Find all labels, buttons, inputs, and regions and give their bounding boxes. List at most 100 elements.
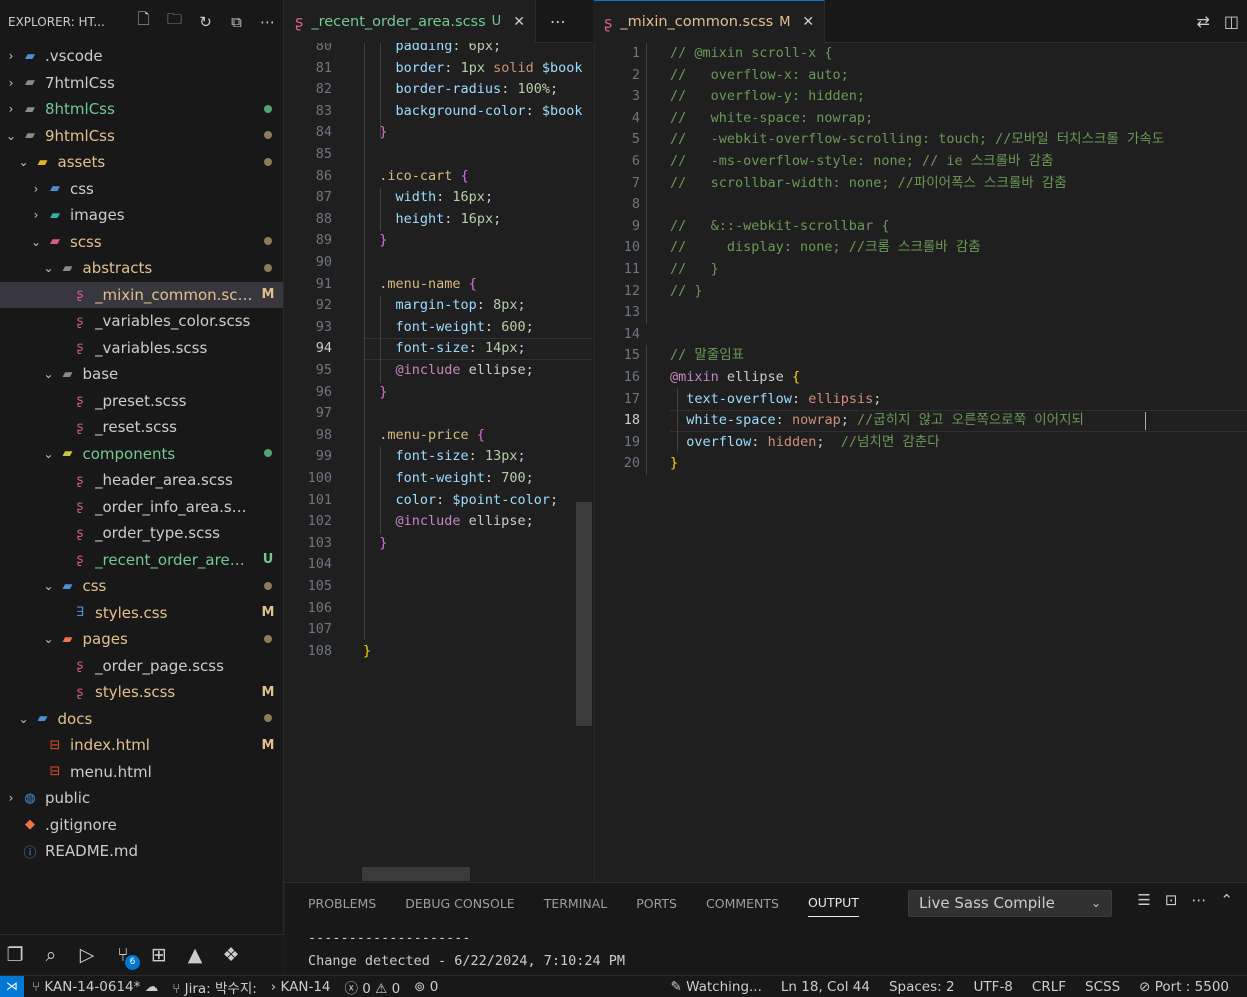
tree-item[interactable]: ⌄ ▰ abstracts: [0, 255, 283, 282]
chevron-down-icon[interactable]: ⌄: [16, 712, 32, 726]
code-line[interactable]: }: [363, 641, 371, 663]
tree-item[interactable]: ⌄ ▰ 9htmlCss: [0, 123, 283, 150]
close-icon[interactable]: ✕: [513, 14, 525, 30]
clear-output-icon[interactable]: ☰: [1137, 891, 1150, 909]
code-line[interactable]: // -webkit-overflow-scrolling: touch; //…: [670, 129, 1164, 151]
live-server-port[interactable]: ⊘ Port : 5500: [1139, 979, 1229, 995]
maximize-panel-icon[interactable]: ⌃: [1220, 891, 1233, 909]
code-line[interactable]: .menu-name {: [363, 274, 477, 296]
tree-item[interactable]: ʂ _mixin_common.scss M: [0, 281, 283, 308]
line-ending[interactable]: CRLF: [1032, 979, 1066, 995]
tree-item[interactable]: ⌄ ▰ base: [0, 361, 283, 388]
ports-status[interactable]: ⊚ 0: [414, 979, 438, 995]
tree-item[interactable]: ʂ _order_type.scss: [0, 520, 283, 547]
code-line[interactable]: text-overflow: ellipsis;: [670, 389, 881, 411]
code-line[interactable]: font-weight: 700;: [363, 468, 534, 490]
remote-icon[interactable]: ▲: [182, 944, 208, 966]
more-actions-icon[interactable]: ⋯: [536, 0, 580, 42]
sass-watch-status[interactable]: ✎ Watching...: [671, 979, 762, 995]
tab-mixin-common[interactable]: ʂ _mixin_common.scss M ✕: [594, 0, 826, 43]
code-line[interactable]: border-radius: 100%;: [363, 79, 559, 101]
problems-status[interactable]: ⓧ 0 ⚠ 0: [345, 977, 401, 997]
tree-item[interactable]: ⓘ README.md: [0, 838, 283, 865]
tree-item[interactable]: ⊟ menu.html: [0, 759, 283, 786]
tab-ports[interactable]: PORTS: [636, 896, 677, 911]
tree-item[interactable]: ʂ _order_page.scss: [0, 653, 283, 680]
tree-item[interactable]: ʂ _variables.scss: [0, 335, 283, 362]
chevron-right-icon[interactable]: ›: [28, 182, 44, 196]
encoding[interactable]: UTF-8: [974, 979, 1013, 995]
tree-item[interactable]: ⌄ ▰ assets: [0, 149, 283, 176]
tab-comments[interactable]: COMMENTS: [706, 896, 779, 911]
chevron-right-icon[interactable]: ›: [3, 49, 19, 63]
tree-item[interactable]: ʂ _recent_order_area.sc... U: [0, 547, 283, 574]
code-line[interactable]: width: 16px;: [363, 187, 494, 209]
code-line[interactable]: .ico-cart {: [363, 166, 468, 188]
chevron-down-icon[interactable]: ⌄: [41, 632, 57, 646]
output-channel-select[interactable]: Live Sass Compile ⌄: [908, 890, 1112, 917]
code-line[interactable]: // -ms-overflow-style: none; // ie 스크롤바 …: [670, 151, 1053, 173]
code-line[interactable]: // display: none; //크롬 스크롤바 감춤: [670, 237, 981, 259]
code-line[interactable]: }: [670, 453, 678, 475]
cursor-position[interactable]: Ln 18, Col 44: [781, 979, 870, 995]
close-icon[interactable]: ✕: [802, 14, 814, 30]
code-line[interactable]: // white-space: nowrap;: [670, 108, 873, 130]
code-line[interactable]: // }: [670, 281, 703, 303]
figma-icon[interactable]: ❖: [218, 944, 244, 966]
more-icon[interactable]: ⋯: [252, 13, 283, 31]
branch-status[interactable]: ⑂ KAN-14-0614* ☁: [32, 979, 158, 995]
horizontal-scrollbar[interactable]: [362, 867, 470, 881]
code-line[interactable]: // 말줄임표: [670, 345, 744, 367]
chevron-down-icon[interactable]: ⌄: [3, 129, 19, 143]
tree-item[interactable]: ⌄ ▰ css: [0, 573, 283, 600]
tree-item[interactable]: › ▰ 7htmlCss: [0, 70, 283, 97]
tree-item[interactable]: ⊟ index.html M: [0, 732, 283, 759]
code-editor-left[interactable]: 80 padding: 6px; 81 border: 1px solid $bo…: [285, 43, 593, 881]
more-icon[interactable]: ⋯: [1191, 891, 1206, 909]
code-line[interactable]: @include ellipse;: [363, 360, 534, 382]
explorer-icon[interactable]: ❐: [2, 944, 28, 966]
tree-item[interactable]: › ▰ .vscode: [0, 43, 283, 70]
tree-item[interactable]: ⌄ ▰ pages: [0, 626, 283, 653]
chevron-right-icon[interactable]: ›: [3, 791, 19, 805]
code-line[interactable]: margin-top: 8px;: [363, 295, 526, 317]
code-line[interactable]: background-color: $book: [363, 101, 583, 123]
new-folder-icon[interactable]: 🗀: [159, 9, 190, 34]
refresh-icon[interactable]: ↻: [190, 13, 221, 31]
tab-problems[interactable]: PROBLEMS: [308, 896, 376, 911]
chevron-down-icon[interactable]: ⌄: [16, 155, 32, 169]
jira-status[interactable]: ⑂ Jira: 박수지:: [172, 977, 257, 997]
tree-item[interactable]: ʂ _preset.scss: [0, 388, 283, 415]
tree-item[interactable]: ʂ _reset.scss: [0, 414, 283, 441]
tree-item[interactable]: ʂ _order_info_area.scss: [0, 494, 283, 521]
tree-item[interactable]: ⌄ ▰ scss: [0, 229, 283, 256]
code-line[interactable]: font-weight: 600;: [363, 317, 534, 339]
code-line[interactable]: // &::-webkit-scrollbar {: [670, 216, 889, 238]
tree-item[interactable]: › ▰ images: [0, 202, 283, 229]
remote-indicator-icon[interactable]: ⋊: [0, 975, 24, 997]
tree-item[interactable]: ʂ _header_area.scss: [0, 467, 283, 494]
code-line[interactable]: // overflow-x: auto;: [670, 65, 849, 87]
compare-changes-icon[interactable]: ⇄: [1196, 12, 1209, 31]
code-line[interactable]: @mixin ellipse {: [670, 367, 800, 389]
code-line[interactable]: padding: 6px;: [363, 43, 502, 58]
code-line[interactable]: // scrollbar-width: none; //파이어폭스 스크롤바 감…: [670, 173, 1067, 195]
code-line[interactable]: }: [363, 230, 387, 252]
tree-item[interactable]: ◆ .gitignore: [0, 812, 283, 839]
code-line[interactable]: }: [363, 382, 387, 404]
code-line[interactable]: white-space: nowrap; //굽히지 않고 오른쪽으로쭉 이어지…: [670, 410, 1084, 432]
tree-item[interactable]: › ◍ public: [0, 785, 283, 812]
code-line[interactable]: .menu-price {: [363, 425, 485, 447]
code-line[interactable]: height: 16px;: [363, 209, 502, 231]
tree-item[interactable]: ⌄ ▰ docs: [0, 706, 283, 733]
chevron-right-icon[interactable]: ›: [28, 208, 44, 222]
code-line[interactable]: overflow: hidden; //넘치면 감춘다: [670, 432, 939, 454]
split-editor-icon[interactable]: ◫: [1224, 12, 1239, 31]
code-line[interactable]: color: $point-color;: [363, 490, 559, 512]
chevron-right-icon[interactable]: ›: [3, 102, 19, 116]
tree-item[interactable]: › ▰ css: [0, 176, 283, 203]
tree-item[interactable]: › ▰ 8htmlCss: [0, 96, 283, 123]
extensions-icon[interactable]: ⊞: [146, 944, 172, 966]
code-line[interactable]: border: 1px solid $book: [363, 58, 583, 80]
tab-output[interactable]: OUTPUT: [807, 895, 859, 917]
